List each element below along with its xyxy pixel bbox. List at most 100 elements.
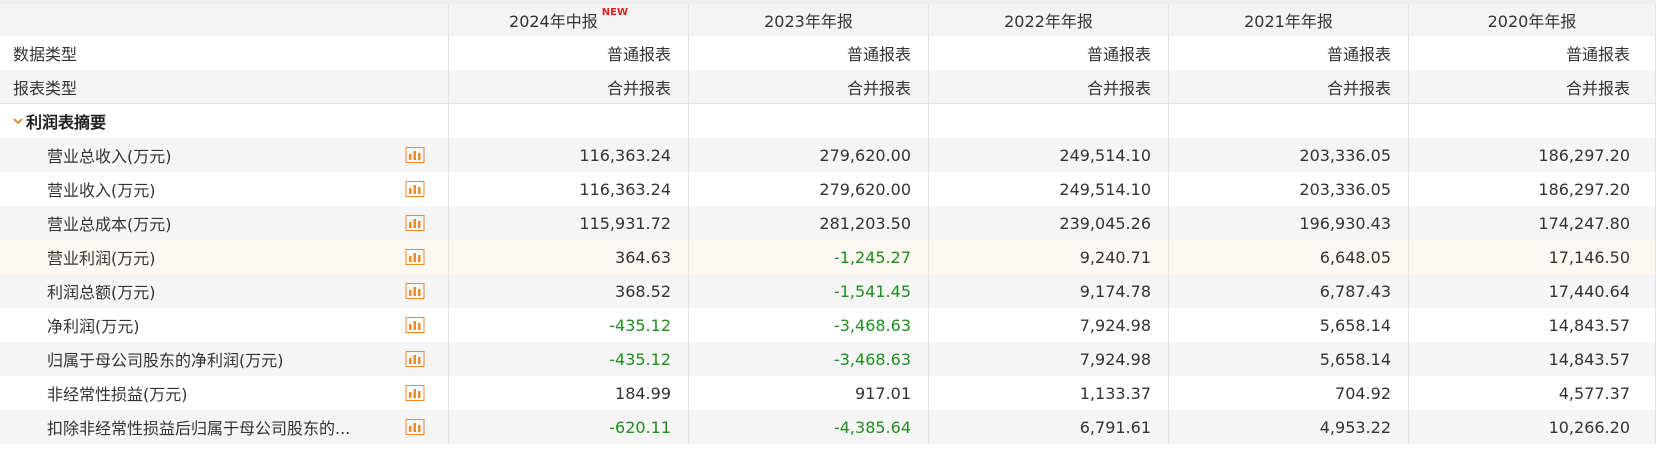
cell-value: 9,174.78 bbox=[928, 274, 1168, 308]
bar-chart-icon[interactable] bbox=[405, 249, 425, 265]
cell-value: -1,541.45 bbox=[688, 274, 928, 308]
cell-value: 10,266.20 bbox=[1408, 410, 1656, 444]
cell-value: 279,620.00 bbox=[688, 172, 928, 206]
bar-chart-icon[interactable] bbox=[405, 419, 425, 435]
row-label: 营业总收入(万元) bbox=[47, 147, 172, 166]
row-label: 扣除非经常性损益后归属于母公司股东的... bbox=[47, 419, 351, 438]
row-label: 报表类型 bbox=[13, 78, 78, 98]
table-row: 利润总额(万元) 368.52 -1,541.45 9,174.78 6,787.43 1… bbox=[0, 274, 1656, 308]
cell-value: 115,931.72 bbox=[448, 206, 688, 240]
cell-value: -3,468.63 bbox=[688, 308, 928, 342]
cell-value: 6,648.05 bbox=[1168, 240, 1408, 274]
row-label: 净利润(万元) bbox=[47, 317, 140, 336]
row-label-cell: 营业利润(万元) bbox=[0, 240, 448, 274]
row-label: 归属于母公司股东的净利润(万元) bbox=[47, 351, 284, 370]
table-row: 营业利润(万元) 364.63 -1,245.27 9,240.71 6,648.05 1… bbox=[0, 240, 1656, 274]
cell-value: 7,924.98 bbox=[928, 308, 1168, 342]
cell-value: 186,297.20 bbox=[1408, 138, 1656, 172]
cell-value: 196,930.43 bbox=[1168, 206, 1408, 240]
table-row: 报表类型 合并报表 合并报表 合并报表 合并报表 合并报表 bbox=[0, 70, 1656, 104]
row-label: 数据类型 bbox=[13, 45, 78, 64]
cell-value: 合并报表 bbox=[448, 70, 688, 103]
table-row: 扣除非经常性损益后归属于母公司股东的... -620.11 -4,385.64 6,7… bbox=[0, 410, 1656, 444]
empty-cell bbox=[1408, 104, 1656, 138]
cell-value: 249,514.10 bbox=[928, 172, 1168, 206]
bar-chart-icon[interactable] bbox=[405, 181, 425, 197]
empty-cell bbox=[448, 104, 688, 138]
row-label-cell: 归属于母公司股东的净利润(万元) bbox=[0, 342, 448, 376]
cell-value: 184.99 bbox=[448, 376, 688, 410]
cell-value: 14,843.57 bbox=[1408, 342, 1656, 376]
cell-value: -620.11 bbox=[448, 410, 688, 444]
cell-value: 17,440.64 bbox=[1408, 274, 1656, 308]
cell-value: -435.12 bbox=[448, 308, 688, 342]
chevron-down-icon[interactable] bbox=[12, 115, 24, 127]
table-row: 数据类型 普通报表 普通报表 普通报表 普通报表 普通报表 bbox=[0, 36, 1656, 70]
header-column-label: 2024年中报 bbox=[509, 12, 598, 31]
bar-chart-icon[interactable] bbox=[405, 385, 425, 401]
financial-summary-table: 2024年中报 NEW 2023年年报 2022年年报 2021年年报 2020… bbox=[0, 0, 1656, 444]
header-column-2020[interactable]: 2020年年报 bbox=[1408, 4, 1656, 36]
cell-value: 186,297.20 bbox=[1408, 172, 1656, 206]
cell-value: 239,045.26 bbox=[928, 206, 1168, 240]
section-title: 利润表摘要 bbox=[26, 113, 107, 132]
row-label: 非经常性损益(万元) bbox=[47, 385, 188, 404]
cell-value: 普通报表 bbox=[1408, 36, 1656, 70]
cell-value: 17,146.50 bbox=[1408, 240, 1656, 274]
cell-value: -3,468.63 bbox=[688, 342, 928, 376]
cell-value: 合并报表 bbox=[1168, 70, 1408, 103]
header-column-label: 2022年年报 bbox=[1004, 12, 1093, 31]
header-column-label: 2020年年报 bbox=[1487, 12, 1577, 31]
section-header[interactable]: 利润表摘要 bbox=[0, 104, 1656, 138]
section-title-cell[interactable]: 利润表摘要 bbox=[0, 104, 448, 138]
row-label-cell: 营业总收入(万元) bbox=[0, 138, 448, 172]
cell-value: 合并报表 bbox=[688, 70, 928, 103]
cell-value: 203,336.05 bbox=[1168, 172, 1408, 206]
new-badge: NEW bbox=[601, 6, 628, 18]
cell-value: 281,203.50 bbox=[688, 206, 928, 240]
header-blank bbox=[0, 4, 448, 36]
header-column-2024-mid[interactable]: 2024年中报 NEW bbox=[448, 4, 688, 36]
table-row: 归属于母公司股东的净利润(万元) -435.12 -3,468.63 7,924.98… bbox=[0, 342, 1656, 376]
cell-value: 6,791.61 bbox=[928, 410, 1168, 444]
row-label: 利润总额(万元) bbox=[47, 283, 156, 302]
empty-cell bbox=[928, 104, 1168, 138]
header-column-2022[interactable]: 2022年年报 bbox=[928, 4, 1168, 36]
header-column-2023[interactable]: 2023年年报 bbox=[688, 4, 928, 36]
cell-value: -1,245.27 bbox=[688, 240, 928, 274]
table-row: 营业总成本(万元) 115,931.72 281,203.50 239,045.26 1… bbox=[0, 206, 1656, 240]
cell-value: -4,385.64 bbox=[688, 410, 928, 444]
bar-chart-icon[interactable] bbox=[405, 317, 425, 333]
cell-value: 普通报表 bbox=[448, 36, 688, 70]
cell-value: 普通报表 bbox=[1168, 36, 1408, 70]
table-header: 2024年中报 NEW 2023年年报 2022年年报 2021年年报 2020… bbox=[0, 0, 1656, 36]
row-label-cell: 非经常性损益(万元) bbox=[0, 376, 448, 410]
cell-value: 174,247.80 bbox=[1408, 206, 1656, 240]
bar-chart-icon[interactable] bbox=[405, 147, 425, 163]
empty-cell bbox=[1168, 104, 1408, 138]
empty-cell bbox=[688, 104, 928, 138]
cell-value: 1,133.37 bbox=[928, 376, 1168, 410]
row-label-cell: 营业收入(万元) bbox=[0, 172, 448, 206]
cell-value: 普通报表 bbox=[928, 36, 1168, 70]
cell-value: 249,514.10 bbox=[928, 138, 1168, 172]
cell-value: 9,240.71 bbox=[928, 240, 1168, 274]
header-column-label: 2021年年报 bbox=[1244, 12, 1333, 31]
cell-value: 364.63 bbox=[448, 240, 688, 274]
bar-chart-icon[interactable] bbox=[405, 283, 425, 299]
row-label: 营业总成本(万元) bbox=[47, 215, 172, 234]
cell-value: 14,843.57 bbox=[1408, 308, 1656, 342]
cell-value: 合并报表 bbox=[928, 70, 1168, 103]
table-row: 非经常性损益(万元) 184.99 917.01 1,133.37 704.92 4,57… bbox=[0, 376, 1656, 410]
cell-value: 5,658.14 bbox=[1168, 342, 1408, 376]
bar-chart-icon[interactable] bbox=[405, 215, 425, 231]
row-label-cell: 利润总额(万元) bbox=[0, 274, 448, 308]
header-column-2021[interactable]: 2021年年报 bbox=[1168, 4, 1408, 36]
table-row: 营业总收入(万元) 116,363.24 279,620.00 249,514.10 2… bbox=[0, 138, 1656, 172]
cell-value: 4,577.37 bbox=[1408, 376, 1656, 410]
cell-value: 203,336.05 bbox=[1168, 138, 1408, 172]
cell-value: 合并报表 bbox=[1408, 70, 1656, 103]
cell-value: 116,363.24 bbox=[448, 138, 688, 172]
cell-value: 279,620.00 bbox=[688, 138, 928, 172]
bar-chart-icon[interactable] bbox=[405, 351, 425, 367]
